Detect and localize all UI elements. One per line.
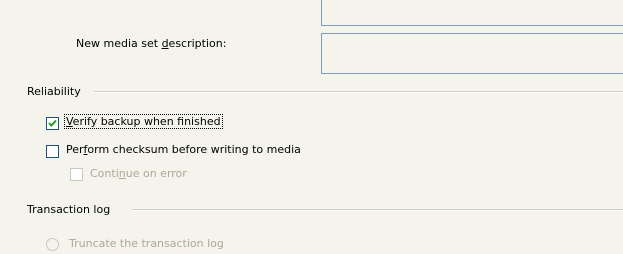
perform-checksum-checkbox[interactable] <box>46 145 59 158</box>
transaction-log-group-divider <box>132 209 623 211</box>
media-set-description-label: New media set description: <box>76 37 227 50</box>
perform-checksum-label[interactable]: Perform checksum before writing to media <box>66 143 301 156</box>
verify-backup-focus: Verify backup when finished <box>64 114 223 129</box>
truncate-log-radio[interactable] <box>46 238 59 251</box>
truncate-log-label[interactable]: Truncate the transaction log <box>69 237 224 250</box>
media-set-description-input[interactable] <box>321 33 623 74</box>
checkmark-icon <box>48 119 57 127</box>
verify-backup-label[interactable]: Verify backup when finished <box>64 114 223 129</box>
continue-on-error-label[interactable]: Continue on error <box>90 167 187 180</box>
reliability-group-label: Reliability <box>27 85 81 98</box>
continue-on-error-checkbox[interactable] <box>70 168 83 181</box>
reliability-group-divider <box>94 91 623 93</box>
transaction-log-group-label: Transaction log <box>27 203 111 216</box>
verify-backup-checkbox[interactable] <box>46 117 59 130</box>
media-set-name-input[interactable] <box>321 0 623 26</box>
